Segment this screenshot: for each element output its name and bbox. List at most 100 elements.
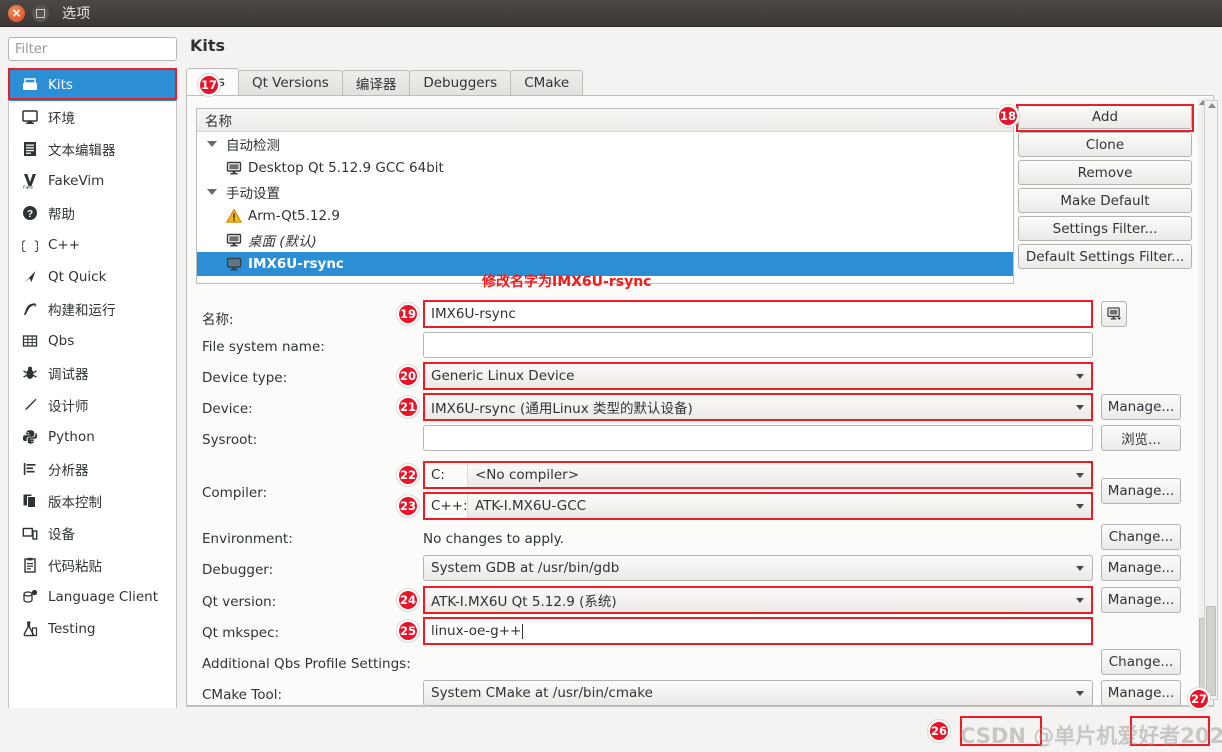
monitor-icon	[21, 108, 39, 126]
sidebar-item-qbs[interactable]: Qbs	[9, 325, 176, 357]
sidebar-item-[interactable]: 设备	[9, 517, 176, 549]
scroll-up-arrow-icon[interactable]	[1208, 103, 1216, 108]
settings-filter-button[interactable]: Settings Filter...	[1018, 216, 1192, 241]
expander-icon[interactable]	[203, 141, 221, 147]
compiler-cpp-combo[interactable]: C++: ATK-I.MX6U-GCC	[423, 493, 1093, 519]
close-icon[interactable]	[8, 4, 25, 22]
tab--[interactable]: 编译器	[341, 70, 411, 95]
default-settings-filter-button[interactable]: Default Settings Filter...	[1018, 244, 1192, 269]
badge-18: 18	[997, 105, 1019, 127]
page-title: Kits	[190, 36, 226, 55]
tab-debuggers[interactable]: Debuggers	[409, 70, 512, 95]
badge-22: 22	[397, 464, 419, 486]
hammer-icon	[21, 300, 39, 318]
cursor-icon	[21, 268, 39, 286]
cmake-manage-button[interactable]: Manage...	[1101, 680, 1181, 706]
sidebar-item-[interactable]: 分析器	[9, 453, 176, 485]
compiler-manage-button[interactable]: Manage...	[1101, 478, 1181, 504]
kits-icon	[21, 76, 39, 94]
device-combo[interactable]: IMX6U-rsync (通用Linux 类型的默认设备)	[423, 394, 1093, 420]
compiler-c-combo[interactable]: C: <No compiler>	[423, 462, 1093, 488]
sidebar-item-python[interactable]: Python	[9, 421, 176, 453]
kit-actions[interactable]: Add Clone Remove Make Default Settings Filte…	[1018, 104, 1192, 272]
remove-button[interactable]: Remove	[1018, 160, 1192, 185]
sidebar-item-label: 环境	[48, 111, 75, 127]
qbs-change-button[interactable]: Change...	[1101, 649, 1181, 675]
desktop-icon	[225, 160, 243, 176]
fakevim-icon: Fake	[21, 172, 39, 190]
tree-row[interactable]: 桌面 (默认)	[197, 228, 1013, 252]
pencil-icon	[21, 396, 39, 414]
tree-row[interactable]: Arm-Qt5.12.9	[197, 204, 1013, 228]
sidebar-item-[interactable]: 版本控制	[9, 485, 176, 517]
chevron-down-icon	[1076, 405, 1084, 410]
flask-icon	[21, 620, 39, 638]
sidebar-item-c[interactable]: { } C++	[9, 229, 176, 261]
tree-row[interactable]: Desktop Qt 5.12.9 GCC 64bit	[197, 156, 1013, 180]
debugger-combo[interactable]: System GDB at /usr/bin/gdb	[423, 555, 1093, 581]
add-button[interactable]: Add	[1018, 104, 1192, 129]
sidebar-item-testing[interactable]: Testing	[9, 613, 176, 645]
sidebar-item-[interactable]: 代码粘贴	[9, 549, 176, 581]
sidebar-item-[interactable]: 调试器	[9, 357, 176, 389]
chevron-down-icon	[1076, 691, 1084, 696]
sidebar-item-language-client[interactable]: Language Client	[9, 581, 176, 613]
dialog-scrollbar-thumb[interactable]	[1206, 606, 1216, 696]
maximize-icon[interactable]	[32, 4, 49, 22]
options-sidebar[interactable]: Kits 环境文本编辑器 Fake FakeVim? 帮助 { } C++ Qt Quick 构…	[8, 68, 177, 713]
sysroot-input[interactable]	[423, 425, 1093, 451]
help-icon: ?	[21, 204, 39, 222]
sidebar-item-qt-quick[interactable]: Qt Quick	[9, 261, 176, 293]
name-input[interactable]: IMX6U-rsync	[423, 301, 1093, 327]
device-type-combo[interactable]: Generic Linux Device	[423, 363, 1093, 389]
tree-row[interactable]: 自动检测	[197, 132, 1013, 156]
qt-version-manage-button[interactable]: Manage...	[1101, 587, 1181, 613]
sidebar-item-label: Qbs	[48, 333, 75, 349]
sysroot-browse-button[interactable]: 浏览...	[1101, 425, 1181, 451]
dialog-scrollbar[interactable]	[1204, 100, 1218, 700]
sidebar-item-label: Kits	[48, 77, 73, 93]
sidebar-item-fakevim[interactable]: Fake FakeVim	[9, 165, 176, 197]
chevron-down-icon	[1076, 473, 1084, 478]
qt-mkspec-label: Qt mkspec:	[202, 625, 280, 641]
device-type-value: Generic Linux Device	[431, 368, 575, 384]
file-system-name-input[interactable]	[423, 332, 1093, 358]
sidebar-item-[interactable]: 环境	[9, 101, 176, 133]
window-titlebar: 选项	[0, 0, 1222, 27]
sidebar-item-label: 调试器	[48, 367, 89, 383]
qt-mkspec-input[interactable]: linux-oe-g++	[423, 618, 1093, 644]
sidebar-item-[interactable]: 文本编辑器	[9, 133, 176, 165]
sidebar-item-label: Testing	[48, 621, 96, 637]
expander-icon[interactable]	[203, 189, 221, 195]
cmake-tool-combo[interactable]: System CMake at /usr/bin/cmake	[423, 680, 1093, 706]
qt-version-combo[interactable]: ATK-I.MX6U Qt 5.12.9 (系统)	[423, 587, 1093, 613]
environment-change-button[interactable]: Change...	[1101, 524, 1181, 550]
desktop-icon	[225, 232, 243, 248]
make-default-button[interactable]: Make Default	[1018, 188, 1192, 213]
tab-cmake[interactable]: CMake	[510, 70, 584, 95]
tree-rows[interactable]: 自动检测 Desktop Qt 5.12.9 GCC 64bit 手动设置 Arm-Q…	[197, 132, 1013, 276]
device-manage-button[interactable]: Manage...	[1101, 394, 1181, 420]
analyzer-icon	[21, 460, 39, 478]
tree-row[interactable]: 手动设置	[197, 180, 1013, 204]
chevron-down-icon	[1076, 374, 1084, 379]
device-settings-icon[interactable]	[1101, 301, 1127, 327]
sidebar-item-label: Python	[48, 429, 95, 445]
sidebar-item-[interactable]: 设计师	[9, 389, 176, 421]
debugger-manage-button[interactable]: Manage...	[1101, 555, 1181, 581]
language-client-icon	[21, 588, 39, 606]
badge-25: 25	[397, 620, 419, 642]
grid-icon	[21, 332, 39, 350]
device-label: Device:	[202, 401, 253, 417]
badge-17: 17	[198, 74, 220, 96]
sidebar-item-[interactable]: ? 帮助	[9, 197, 176, 229]
filter-input[interactable]	[8, 37, 177, 61]
tab-qt-versions[interactable]: Qt Versions	[237, 70, 343, 95]
clone-button[interactable]: Clone	[1018, 132, 1192, 157]
tab-bar[interactable]: KitsQt Versions编译器DebuggersCMake	[186, 68, 1214, 96]
sidebar-item-[interactable]: 构建和运行	[9, 293, 176, 325]
sidebar-item-kits[interactable]: Kits	[9, 69, 176, 101]
python-icon	[21, 428, 39, 446]
kits-tree[interactable]: 名称 自动检测 Desktop Qt 5.12.9 GCC 64bit 手动设置 Ar…	[196, 108, 1014, 284]
window-title: 选项	[62, 6, 91, 22]
